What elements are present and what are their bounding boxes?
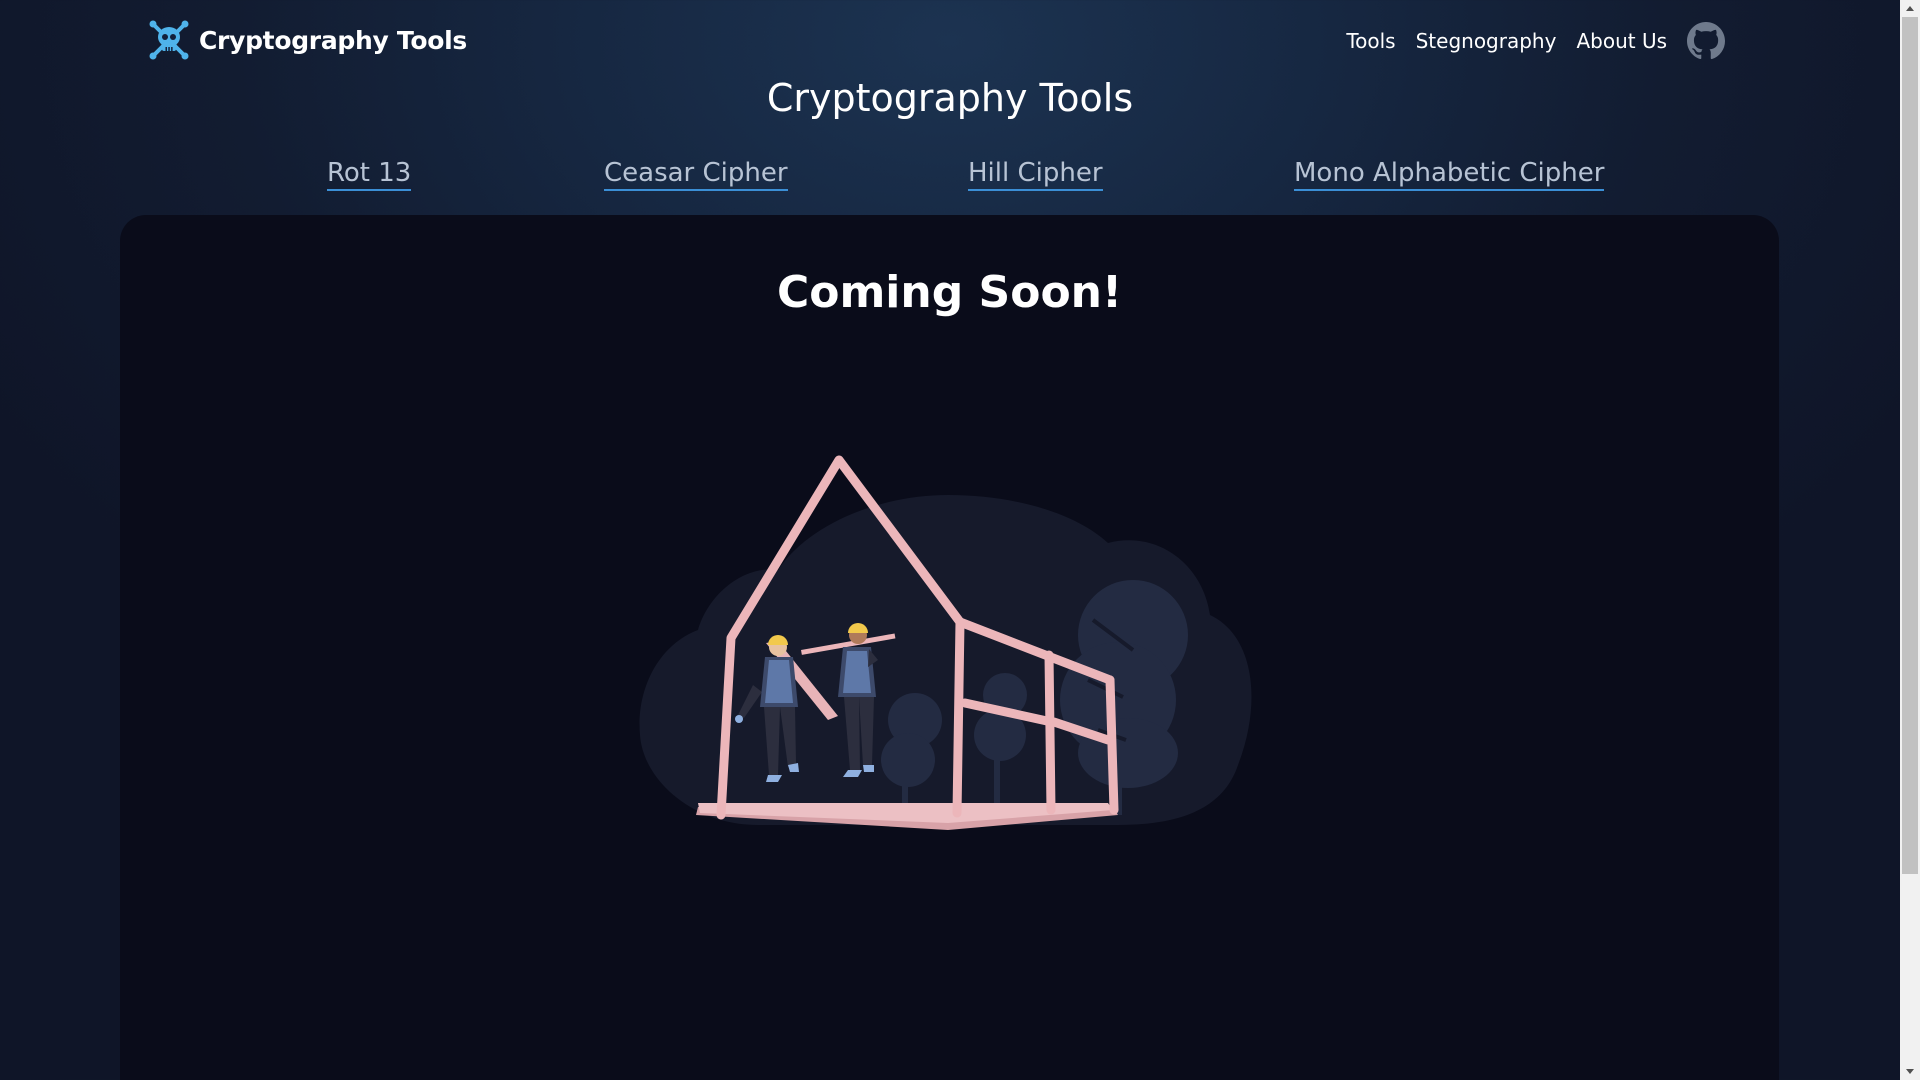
page: Cryptography Tools Tools Stegnography Ab… xyxy=(0,0,1900,1080)
brand-name: Cryptography Tools xyxy=(199,25,467,55)
nav-link-about-us[interactable]: About Us xyxy=(1576,29,1667,53)
tab-ceasar-cipher[interactable]: Ceasar Cipher xyxy=(604,158,788,191)
tab-rot13[interactable]: Rot 13 xyxy=(327,158,412,191)
tab-mono-alphabetic-cipher[interactable]: Mono Alphabetic Cipher xyxy=(1294,158,1605,191)
brand-logo-link[interactable]: Cryptography Tools xyxy=(148,19,467,61)
vertical-scrollbar[interactable] xyxy=(1900,0,1920,1080)
under-construction-illustration xyxy=(639,455,1252,830)
scroll-up-arrow-icon[interactable] xyxy=(1900,0,1920,17)
skull-crossbones-icon xyxy=(149,20,189,60)
coming-soon-heading: Coming Soon! xyxy=(776,267,1123,318)
tab-hill-cipher[interactable]: Hill Cipher xyxy=(968,158,1103,191)
nav-link-tools[interactable]: Tools xyxy=(1346,29,1395,53)
content-card: Coming Soon! xyxy=(120,215,1779,1080)
top-nav: Tools Stegnography About Us xyxy=(1326,22,1725,60)
scrollbar-thumb[interactable] xyxy=(1902,17,1918,874)
github-icon[interactable] xyxy=(1687,22,1725,60)
scroll-down-arrow-icon[interactable] xyxy=(1900,1063,1920,1080)
nav-link-stegnography[interactable]: Stegnography xyxy=(1416,29,1557,53)
page-title: Cryptography Tools xyxy=(766,76,1134,120)
